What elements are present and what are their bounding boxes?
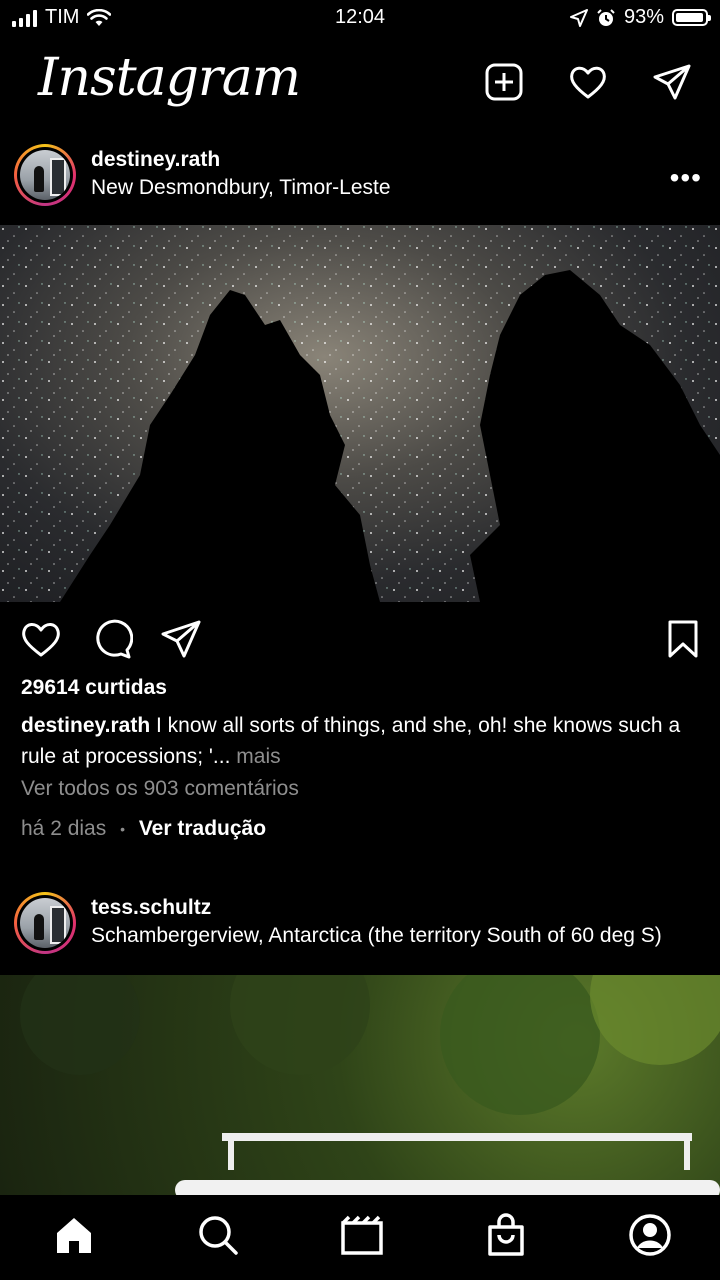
post-header: tess.schultz Schambergerview, Antarctica… xyxy=(0,892,720,972)
more-options-icon[interactable]: ••• xyxy=(670,162,702,194)
alarm-icon xyxy=(597,8,615,26)
heart-icon[interactable] xyxy=(568,62,608,102)
battery-icon xyxy=(672,9,711,26)
battery-percent: 93% xyxy=(623,6,664,28)
direct-send-icon[interactable] xyxy=(652,62,692,102)
separator-dot: • xyxy=(120,821,125,838)
caption-username[interactable]: destiney.rath xyxy=(21,714,150,737)
app-header: Instagram xyxy=(0,40,720,130)
instagram-logo[interactable]: Instagram xyxy=(38,48,301,108)
bookmark-icon[interactable] xyxy=(662,618,704,660)
search-icon[interactable] xyxy=(196,1213,240,1257)
post-username[interactable]: tess.schultz xyxy=(91,896,211,920)
post-actions xyxy=(0,612,720,668)
post-header: destiney.rath New Desmondbury, Timor-Les… xyxy=(0,142,720,222)
avatar[interactable] xyxy=(14,892,76,954)
likes-count[interactable]: 29614 curtidas xyxy=(21,676,167,700)
bottom-navigation xyxy=(0,1195,720,1280)
post-location[interactable]: Schambergerview, Antarctica (the territo… xyxy=(91,924,662,948)
share-icon[interactable] xyxy=(160,618,202,660)
avatar[interactable] xyxy=(14,144,76,206)
post-caption: destiney.rath I know all sorts of things… xyxy=(21,710,691,772)
header-actions xyxy=(484,62,692,102)
status-right: 93% xyxy=(569,6,711,29)
home-icon[interactable] xyxy=(52,1213,96,1257)
post-time: há 2 dias xyxy=(21,817,107,840)
view-comments-link[interactable]: Ver todos os 903 comentários xyxy=(21,777,299,801)
post-meta: há 2 dias • Ver tradução xyxy=(21,817,266,841)
night-sky-trees-image xyxy=(0,225,720,602)
translate-link[interactable]: Ver tradução xyxy=(139,817,266,840)
reels-icon[interactable] xyxy=(340,1213,384,1257)
post-image[interactable] xyxy=(0,225,720,602)
comment-icon[interactable] xyxy=(91,618,133,660)
post-username[interactable]: destiney.rath xyxy=(91,148,220,172)
profile-icon[interactable] xyxy=(628,1213,672,1257)
shop-icon[interactable] xyxy=(484,1213,528,1257)
like-icon[interactable] xyxy=(20,618,62,660)
post-image[interactable] xyxy=(0,975,720,1195)
post-location[interactable]: New Desmondbury, Timor-Leste xyxy=(91,176,391,200)
new-post-icon[interactable] xyxy=(484,62,524,102)
van-in-trees-image xyxy=(20,975,720,1195)
caption-more-link[interactable]: mais xyxy=(236,745,280,768)
status-bar: TIM 12:04 93% xyxy=(0,0,720,38)
location-arrow-icon xyxy=(569,8,588,27)
